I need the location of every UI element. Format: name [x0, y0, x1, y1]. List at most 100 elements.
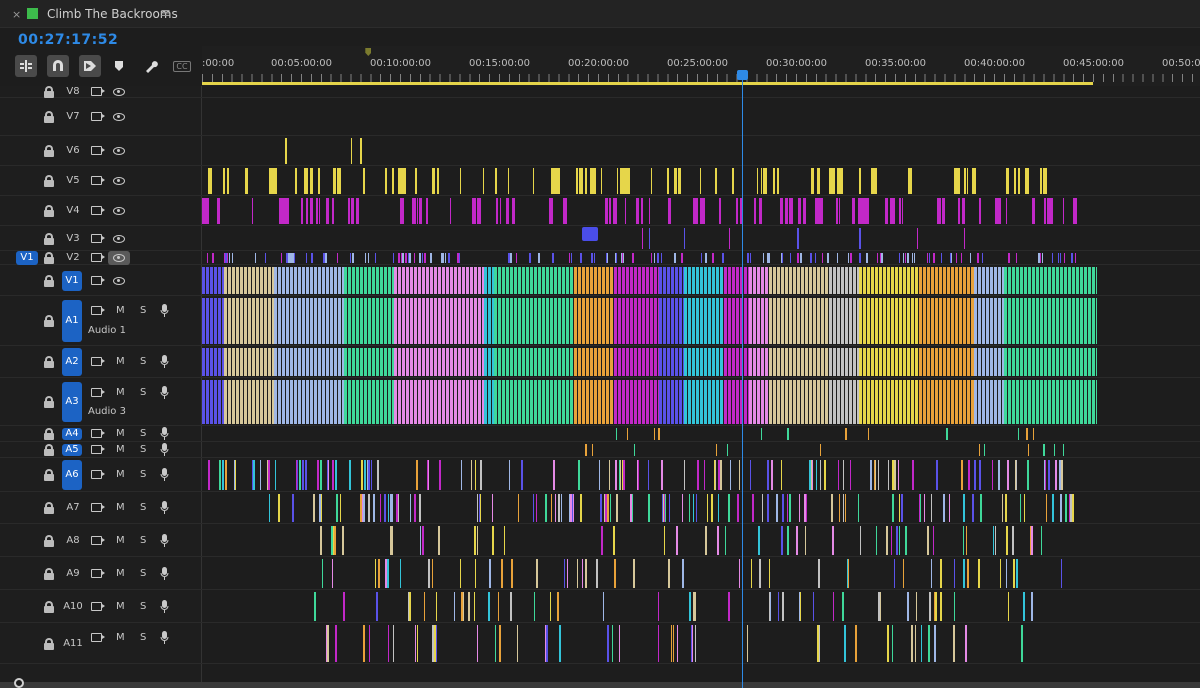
clip[interactable]: [425, 198, 429, 224]
clip[interactable]: [653, 253, 656, 263]
toggle-sync-lock-icon[interactable]: [91, 146, 105, 155]
clip[interactable]: [967, 559, 969, 588]
clip[interactable]: [980, 494, 982, 522]
clip[interactable]: [431, 559, 434, 588]
clip[interactable]: [439, 460, 441, 490]
clip[interactable]: [377, 460, 379, 490]
clip-group[interactable]: [1004, 298, 1097, 344]
clip[interactable]: [495, 168, 497, 194]
clip[interactable]: [953, 625, 955, 662]
clip[interactable]: [735, 198, 739, 224]
clip[interactable]: [327, 198, 330, 224]
clip-group[interactable]: [659, 298, 684, 344]
clip[interactable]: [847, 559, 850, 588]
clip[interactable]: [752, 494, 754, 522]
clip[interactable]: [911, 625, 913, 662]
audio-lane-a8[interactable]: [202, 524, 1200, 557]
clip-group[interactable]: [484, 380, 494, 424]
toggle-sync-lock-icon[interactable]: [91, 445, 105, 454]
clip[interactable]: [1026, 428, 1028, 440]
clip[interactable]: [912, 460, 914, 490]
clip-group[interactable]: [274, 380, 344, 424]
lock-icon[interactable]: [44, 175, 54, 187]
clip-group[interactable]: [749, 267, 769, 294]
clip[interactable]: [568, 253, 571, 263]
video-lane-v7[interactable]: [202, 98, 1200, 136]
track-name[interactable]: A2: [62, 348, 82, 376]
clip[interactable]: [867, 428, 869, 440]
clip[interactable]: [657, 625, 660, 662]
clip[interactable]: [532, 494, 535, 522]
toggle-sync-lock-icon[interactable]: [91, 253, 105, 262]
clip[interactable]: [559, 625, 561, 662]
clip[interactable]: [717, 494, 720, 522]
clip[interactable]: [682, 559, 684, 588]
clip[interactable]: [867, 198, 869, 224]
clip[interactable]: [1023, 494, 1026, 522]
clip-group[interactable]: [494, 348, 574, 376]
clip-group[interactable]: [859, 348, 919, 376]
clip[interactable]: [674, 253, 676, 263]
clip[interactable]: [974, 460, 976, 490]
clip-group[interactable]: [484, 267, 494, 294]
clip[interactable]: [306, 198, 308, 224]
clip[interactable]: [763, 168, 767, 194]
track-name[interactable]: V5: [63, 175, 83, 186]
clip-group[interactable]: [484, 298, 494, 344]
clip[interactable]: [398, 253, 400, 263]
clip[interactable]: [598, 460, 601, 490]
track-name[interactable]: A9: [62, 568, 84, 579]
clip[interactable]: [231, 253, 234, 263]
clip[interactable]: [893, 559, 895, 588]
clip-group[interactable]: [684, 267, 724, 294]
clip[interactable]: [222, 168, 225, 194]
toggle-sync-lock-icon[interactable]: [91, 206, 105, 215]
mute-button[interactable]: M: [116, 632, 125, 643]
clip[interactable]: [318, 168, 320, 194]
clip[interactable]: [331, 559, 334, 588]
clip[interactable]: [676, 526, 678, 555]
clip[interactable]: [483, 168, 485, 194]
clip-group[interactable]: [724, 348, 749, 376]
clip[interactable]: [929, 592, 931, 621]
clip[interactable]: [668, 559, 670, 588]
clip[interactable]: [364, 460, 366, 490]
clip-group[interactable]: [769, 380, 829, 424]
clip-group[interactable]: [494, 267, 574, 294]
clip[interactable]: [585, 444, 587, 456]
clip-group[interactable]: [202, 380, 224, 424]
clip[interactable]: [251, 198, 254, 224]
clip[interactable]: [450, 198, 452, 224]
clip[interactable]: [554, 494, 557, 522]
clip[interactable]: [855, 625, 857, 662]
clip[interactable]: [844, 625, 846, 662]
clip-group[interactable]: [614, 348, 659, 376]
clip[interactable]: [881, 253, 883, 263]
clip[interactable]: [333, 168, 337, 194]
clip[interactable]: [852, 198, 855, 224]
timeline-settings-button[interactable]: [142, 55, 160, 77]
clip[interactable]: [405, 253, 407, 263]
clip[interactable]: [360, 138, 362, 164]
clip[interactable]: [205, 198, 210, 224]
track-name[interactable]: A4: [62, 428, 82, 440]
clip[interactable]: [517, 494, 519, 522]
clip[interactable]: [320, 526, 322, 555]
clip[interactable]: [692, 494, 695, 522]
clip-group[interactable]: [659, 348, 684, 376]
clip[interactable]: [804, 494, 806, 522]
clip[interactable]: [936, 460, 938, 490]
clip[interactable]: [320, 460, 322, 490]
clip-group[interactable]: [202, 348, 224, 376]
toggle-sync-lock-icon[interactable]: [91, 535, 105, 545]
clip[interactable]: [705, 253, 707, 263]
clip[interactable]: [782, 592, 784, 621]
clip[interactable]: [607, 625, 609, 662]
clip[interactable]: [264, 253, 267, 263]
clip[interactable]: [474, 559, 477, 588]
clip[interactable]: [535, 494, 538, 522]
clip[interactable]: [436, 168, 439, 194]
clip[interactable]: [624, 198, 626, 224]
clip[interactable]: [332, 198, 335, 224]
clip[interactable]: [827, 253, 829, 263]
